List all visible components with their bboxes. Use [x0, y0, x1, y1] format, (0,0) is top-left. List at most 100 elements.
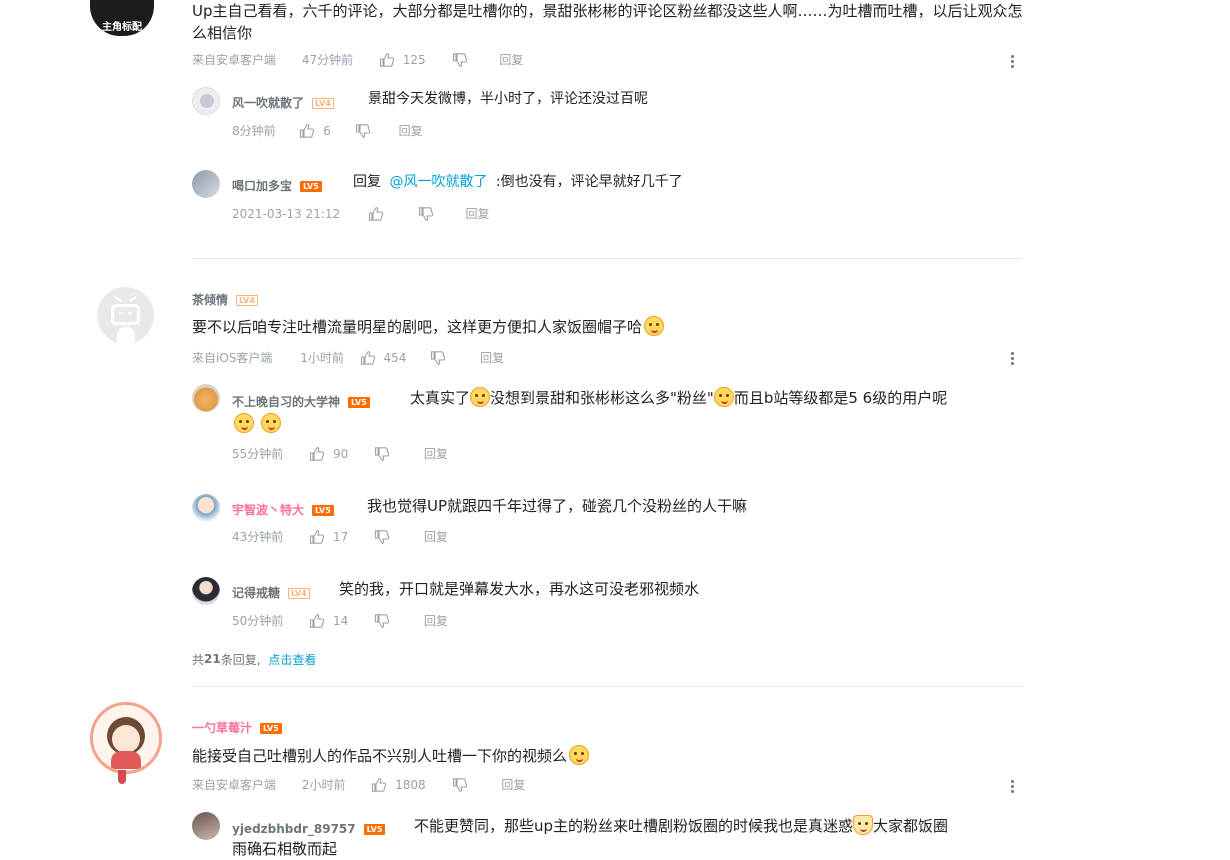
mention-link[interactable]: @风一吹就散了: [389, 174, 487, 190]
reply-text: 大家都饭圈: [873, 817, 949, 835]
reply-avatar[interactable]: [192, 812, 220, 840]
reply-header: yjedzbhbdr_89757 LV5: [232, 818, 386, 836]
level-badge: LV4: [236, 295, 258, 306]
comment-time: 1小时前: [300, 351, 344, 365]
like-count: 6: [323, 123, 331, 138]
smile-emoji-icon: [713, 387, 734, 407]
avatar-badge-text: 主角标配: [102, 22, 142, 33]
level-badge: LV5: [260, 723, 282, 734]
thumbs-up-icon[interactable]: [309, 613, 325, 629]
more-suffix: 条回复,: [220, 653, 261, 667]
reply-avatar[interactable]: [192, 170, 220, 198]
reply-text: 不能更赞同，那些up主的粉丝来吐槽剧粉饭圈的时候我也是真迷惑: [414, 817, 854, 835]
reply-avatar[interactable]: [192, 494, 220, 522]
thumbs-down-icon[interactable]: [430, 350, 446, 366]
reply-text: 太真实了: [410, 389, 471, 407]
like-count: 17: [332, 529, 349, 544]
more-dots-icon[interactable]: [1011, 778, 1015, 795]
thumbs-down-icon[interactable]: [374, 446, 390, 462]
thumbs-up-icon[interactable]: [309, 446, 325, 462]
reply-button[interactable]: 回复: [424, 528, 448, 545]
thumbs-up-icon[interactable]: [371, 777, 387, 793]
level-badge: LV5: [363, 824, 386, 835]
reply-username[interactable]: 风一吹就散了: [232, 96, 304, 110]
reply-username[interactable]: yjedzbhbdr_89757: [232, 822, 356, 836]
thumbs-down-icon[interactable]: [374, 613, 390, 629]
comment-text: 要不以后咱专注吐槽流量明星的剧吧，这样更方便扣人家饭圈帽子哈: [192, 318, 643, 336]
reply-header: 风一吹就散了 LV4: [232, 92, 334, 110]
thumbs-down-icon[interactable]: [374, 529, 390, 545]
reply-text-container: 不能更赞同，那些up主的粉丝来吐槽剧粉饭圈的时候我也是真迷惑 大家都饭圈: [414, 815, 1030, 837]
thumbs-up-icon[interactable]: [309, 529, 325, 545]
comment-username[interactable]: 一勺草莓汁: [192, 721, 252, 735]
reply-header: 不上晚自习的大学神 LV5: [232, 391, 370, 409]
more-prefix: 共: [192, 653, 205, 667]
thumbs-up-icon[interactable]: [360, 350, 376, 366]
comment-meta: 来自iOS客户端 1小时前 454 回复: [192, 349, 504, 367]
like-count: 125: [402, 52, 426, 67]
comment-header: 茶倾情 LV4: [192, 289, 258, 307]
comment-username[interactable]: 茶倾情: [192, 293, 228, 307]
thumbs-down-icon[interactable]: [418, 206, 434, 222]
reply-header: 记得戒糖 LV4: [232, 582, 310, 600]
thumbs-down-icon[interactable]: [355, 123, 371, 139]
reply-button[interactable]: 回复: [480, 349, 504, 366]
client-source: 来自iOS客户端: [192, 351, 273, 365]
reply-avatar[interactable]: [192, 384, 220, 412]
user-avatar[interactable]: [90, 702, 162, 774]
more-dots-icon[interactable]: [1011, 350, 1015, 367]
reply-button[interactable]: 回复: [465, 205, 489, 222]
reply-button[interactable]: 回复: [399, 122, 423, 139]
thumbs-up-icon[interactable]: [368, 206, 384, 222]
level-badge: LV4: [288, 588, 310, 599]
thumbs-down-icon[interactable]: [452, 52, 468, 68]
comment-meta: 来自安卓客户端 2小时前 1808 回复: [192, 776, 525, 794]
reply-text: 笑的我，开口就是弹幕发大水，再水这可没老邪视频水: [339, 580, 700, 598]
smile-emoji-icon: [644, 316, 665, 336]
reply-button[interactable]: 回复: [424, 612, 448, 629]
like-count: 14: [332, 613, 349, 628]
reply-meta: 43分钟前 17 回复: [232, 528, 448, 546]
comment-text: Up主自己看看，六千的评论，大部分都是吐槽你的，景甜张彬彬的评论区粉丝都没这些人…: [192, 2, 1023, 42]
reply-username[interactable]: 记得戒糖: [232, 586, 280, 600]
view-more-replies: 共21条回复, 点击查看: [192, 651, 316, 668]
reply-meta: 8分钟前 6 回复: [232, 122, 423, 140]
reply-time: 2021-03-13 21:12: [232, 206, 341, 221]
more-dots-icon[interactable]: [1011, 53, 1015, 70]
reply-time: 55分钟前: [232, 447, 284, 461]
level-badge: LV5: [348, 397, 370, 408]
smile-emoji-icon: [569, 745, 590, 765]
thumbs-up-icon[interactable]: [379, 52, 395, 68]
reply-username[interactable]: 宇智波丶特大: [232, 503, 304, 517]
reply-time: 50分钟前: [232, 614, 284, 628]
reply-time: 43分钟前: [232, 530, 284, 544]
user-avatar[interactable]: [97, 287, 154, 344]
comment-meta: 来自安卓客户端 47分钟前 125 回复: [192, 51, 523, 69]
reply-button[interactable]: 回复: [501, 776, 525, 793]
reply-button[interactable]: 回复: [499, 51, 523, 68]
view-more-link[interactable]: 点击查看: [268, 651, 316, 668]
reply-username[interactable]: 喝口加多宝: [232, 179, 292, 193]
reply-button[interactable]: 回复: [424, 445, 448, 462]
reply-count: 21: [204, 652, 221, 666]
reply-text: 没想到景甜和张彬彬这么多"粉丝": [490, 389, 714, 407]
like-count: 454: [383, 350, 407, 365]
reply-avatar[interactable]: [192, 577, 220, 605]
reply-text: 雨确石相敬而起: [232, 840, 338, 858]
thumbs-down-icon[interactable]: [452, 777, 468, 793]
reply-text: 我也觉得UP就跟四千年过得了，碰瓷几个没粉丝的人干嘛: [367, 497, 748, 515]
reply-text: :倒也没有，评论早就好几千了: [495, 174, 683, 190]
user-avatar[interactable]: 主角标配: [90, 0, 154, 36]
thumbs-up-icon[interactable]: [299, 123, 315, 139]
reply-username[interactable]: 不上晚自习的大学神: [232, 395, 340, 409]
reply-meta: 55分钟前 90 回复: [232, 445, 448, 463]
reply-avatar[interactable]: [192, 87, 220, 115]
reply-prefix: 回复: [353, 174, 381, 190]
comment-time: 2小时前: [301, 778, 346, 792]
client-source: 来自安卓客户端: [192, 53, 277, 67]
emoji-row: [234, 413, 282, 433]
reply-header: 喝口加多宝 LV5: [232, 175, 322, 193]
smile-emoji-icon: [261, 413, 282, 433]
tv-default-icon: [111, 304, 140, 325]
reply-text-container: 太真实了 没想到景甜和张彬彬这么多"粉丝" 而且b站等级都是5 6级的用户呢: [410, 387, 1030, 409]
